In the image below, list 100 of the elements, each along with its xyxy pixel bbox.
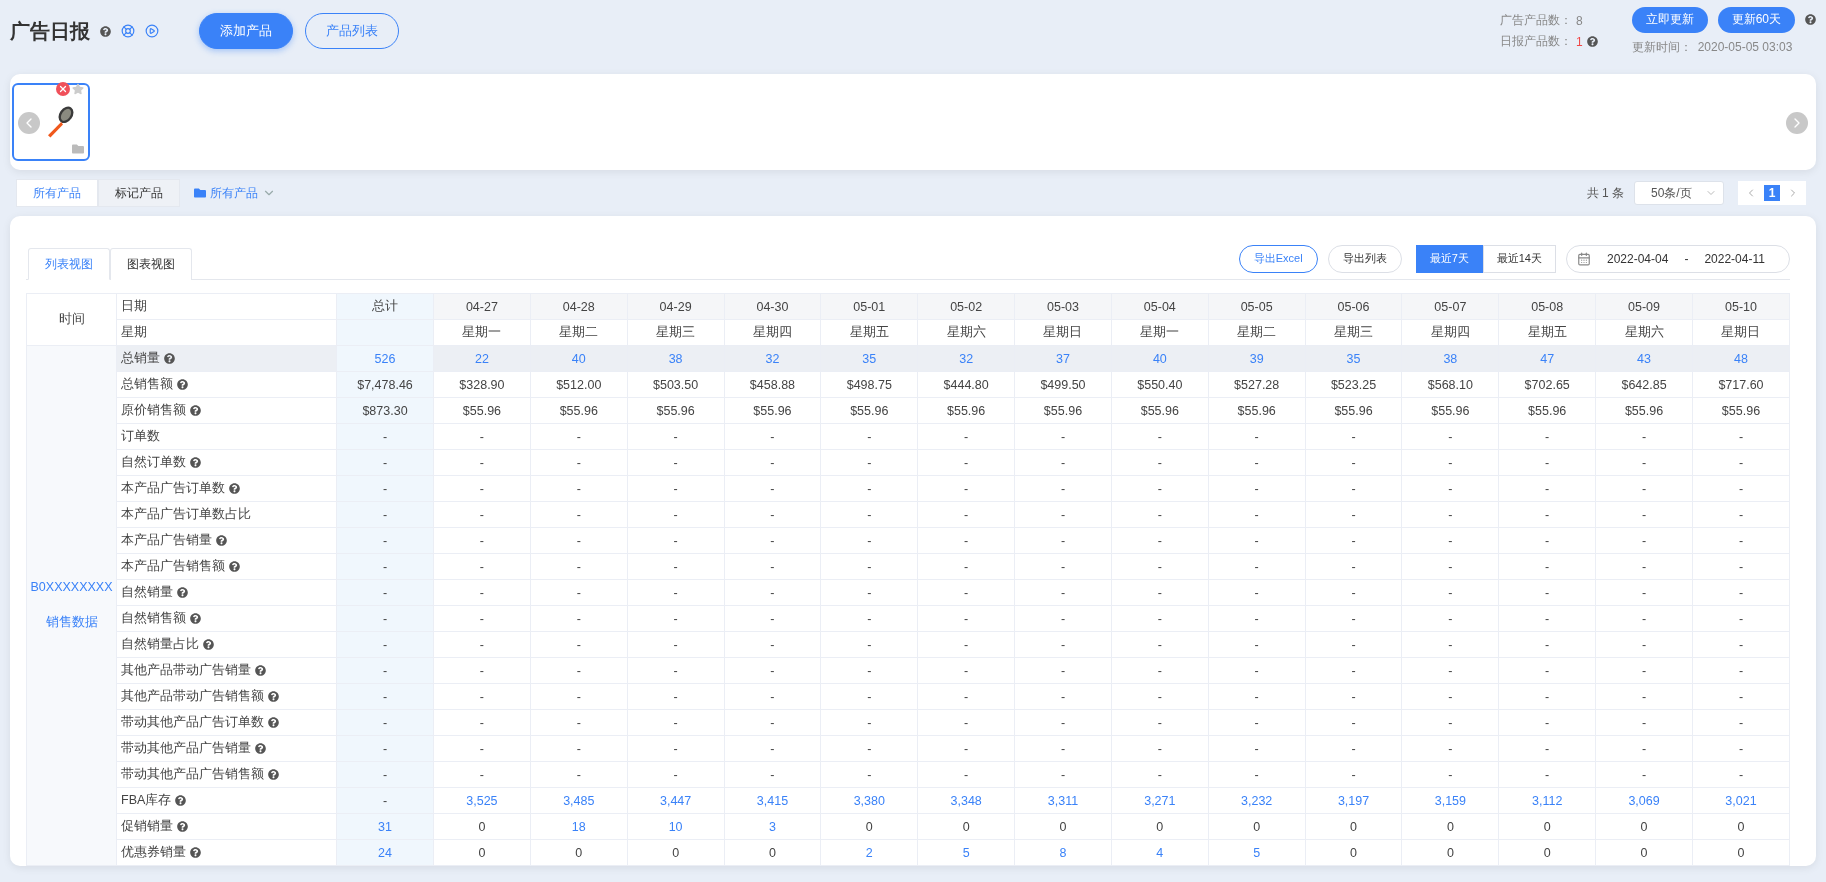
header-cell: 日期 <box>116 293 337 320</box>
help-icon[interactable] <box>255 743 266 754</box>
value-link[interactable]: 40 <box>1111 345 1209 372</box>
value-link[interactable]: 3,525 <box>433 787 531 814</box>
table-cell: - <box>917 501 1015 528</box>
help-icon[interactable] <box>203 639 214 650</box>
table-cell: - <box>530 683 628 710</box>
help-icon[interactable] <box>190 457 201 468</box>
help-icon[interactable] <box>100 25 111 37</box>
star-icon[interactable] <box>72 83 84 95</box>
help-icon[interactable] <box>255 665 266 676</box>
table-cell: - <box>724 683 821 710</box>
table-cell: - <box>1498 735 1596 762</box>
value-link[interactable]: 24 <box>336 839 434 866</box>
view-tab[interactable]: 列表视图 <box>28 248 110 280</box>
update-button[interactable]: 更新60天 <box>1717 6 1795 33</box>
range-button[interactable]: 最近14天 <box>1482 244 1556 273</box>
value-link[interactable]: 3 <box>724 813 821 840</box>
view-tab[interactable]: 图表视图 <box>110 248 192 280</box>
help-icon[interactable] <box>175 795 187 806</box>
value-link[interactable]: 32 <box>917 345 1015 372</box>
table-cell: $55.96 <box>530 397 628 424</box>
table-cell: $55.96 <box>1692 397 1790 424</box>
header-cell: 星期二 <box>1208 319 1306 346</box>
remove-icon[interactable] <box>56 82 70 96</box>
help-icon[interactable] <box>229 483 240 494</box>
header-cell: 04-28 <box>530 293 628 320</box>
play-icon[interactable] <box>145 24 159 38</box>
help-icon[interactable] <box>190 847 201 858</box>
value-link[interactable]: 526 <box>336 345 434 372</box>
help-icon[interactable] <box>268 691 279 702</box>
value-link[interactable]: 22 <box>433 345 531 372</box>
value-link[interactable]: 39 <box>1208 345 1306 372</box>
value-link[interactable]: 31 <box>336 813 434 840</box>
help-icon[interactable] <box>177 379 188 390</box>
product-thumbnail[interactable] <box>12 83 90 161</box>
lifebuoy-icon[interactable] <box>121 24 135 38</box>
help-icon[interactable] <box>216 535 227 546</box>
value-link[interactable]: 3,232 <box>1208 787 1306 814</box>
value-link[interactable]: 47 <box>1498 345 1596 372</box>
value-link[interactable]: 48 <box>1692 345 1790 372</box>
value-link[interactable]: 3,112 <box>1498 787 1596 814</box>
table-cell: $527.28 <box>1208 371 1306 398</box>
value-link[interactable]: 37 <box>1014 345 1112 372</box>
value-link[interactable]: 32 <box>724 345 821 372</box>
table-cell: - <box>1014 553 1112 580</box>
value-link[interactable]: 3,021 <box>1692 787 1790 814</box>
value-link[interactable]: 10 <box>627 813 725 840</box>
value-link[interactable]: 3,159 <box>1401 787 1499 814</box>
value-link[interactable]: 38 <box>1401 345 1499 372</box>
value-link[interactable]: 3,415 <box>724 787 821 814</box>
row-label: 促销销量 <box>116 813 337 840</box>
value-link[interactable]: 3,271 <box>1111 787 1209 814</box>
filter-tab[interactable]: 标记产品 <box>98 179 180 207</box>
value-link[interactable]: 3,348 <box>917 787 1015 814</box>
help-icon[interactable] <box>268 769 279 780</box>
value-link[interactable]: 38 <box>627 345 725 372</box>
calendar-icon <box>1577 251 1591 266</box>
table-cell: - <box>724 761 821 788</box>
value-link[interactable]: 3,311 <box>1014 787 1112 814</box>
value-link[interactable]: 8 <box>1014 839 1112 866</box>
range-button[interactable]: 最近7天 <box>1415 244 1483 273</box>
help-icon[interactable] <box>229 561 240 572</box>
folder-dropdown[interactable]: 所有产品 <box>188 183 282 203</box>
value-link[interactable]: 2 <box>820 839 918 866</box>
export-button[interactable]: 导出列表 <box>1327 244 1402 273</box>
help-icon[interactable] <box>1805 14 1816 25</box>
help-icon[interactable] <box>177 587 188 598</box>
value-link[interactable]: 35 <box>1305 345 1402 372</box>
header-cell: 星期三 <box>627 319 725 346</box>
value-link[interactable]: 3,380 <box>820 787 918 814</box>
value-link[interactable]: 5 <box>1208 839 1306 866</box>
help-icon[interactable] <box>268 717 279 728</box>
value-link[interactable]: 40 <box>530 345 628 372</box>
header-cell: 05-03 <box>1014 293 1112 320</box>
table-cell: - <box>917 527 1015 554</box>
value-link[interactable]: 3,485 <box>530 787 628 814</box>
page-size-select[interactable]: 50条/页 <box>1634 181 1724 205</box>
help-icon[interactable] <box>1586 36 1598 47</box>
value-link[interactable]: 18 <box>530 813 628 840</box>
table-cell: $55.96 <box>917 397 1015 424</box>
help-icon[interactable] <box>177 821 188 832</box>
product-link[interactable]: B0XXXXXXXX <box>30 580 113 594</box>
export-button[interactable]: 导出Excel <box>1238 244 1318 273</box>
help-icon[interactable] <box>190 613 201 624</box>
value-link[interactable]: 4 <box>1111 839 1209 866</box>
stat-label: 日报产品数： <box>1499 33 1572 50</box>
page-number[interactable]: 1 <box>1764 185 1780 201</box>
help-icon[interactable] <box>190 405 201 416</box>
header-button[interactable]: 添加产品 <box>199 13 293 49</box>
value-link[interactable]: 3,447 <box>627 787 725 814</box>
help-icon[interactable] <box>164 353 175 364</box>
value-link[interactable]: 5 <box>917 839 1015 866</box>
table-cell: $568.10 <box>1401 371 1499 398</box>
value-link[interactable]: 43 <box>1595 345 1693 372</box>
update-button[interactable]: 立即更新 <box>1631 6 1708 33</box>
value-link[interactable]: 3,069 <box>1595 787 1693 814</box>
filter-tab[interactable]: 所有产品 <box>16 179 98 207</box>
value-link[interactable]: 3,197 <box>1305 787 1402 814</box>
value-link[interactable]: 35 <box>820 345 918 372</box>
